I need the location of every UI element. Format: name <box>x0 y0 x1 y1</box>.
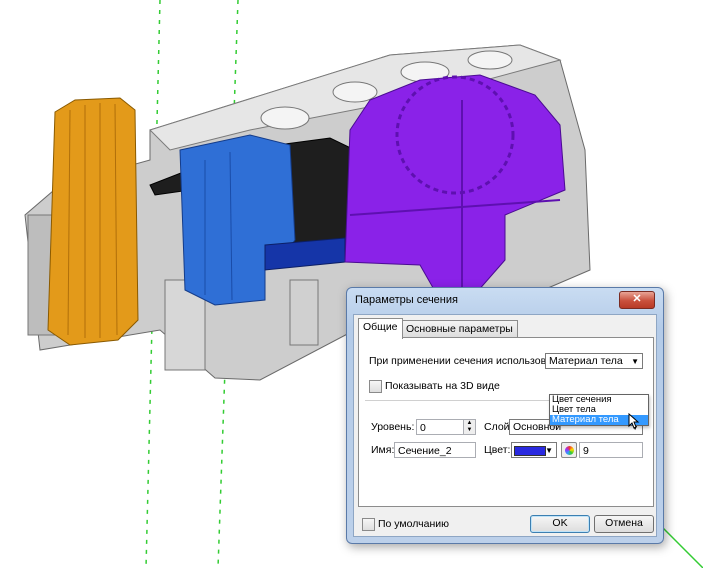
close-button[interactable]: ✕ <box>619 291 655 309</box>
dialog-title: Параметры сечения <box>355 294 458 306</box>
name-label: Имя: <box>371 444 395 456</box>
color-index-input[interactable]: 9 <box>579 442 643 458</box>
usage-label: При применении сечения использовать: <box>369 355 565 367</box>
mouse-cursor-icon <box>628 413 640 429</box>
level-value: 0 <box>420 422 426 434</box>
color-index-value: 9 <box>583 445 589 457</box>
dialog-body: Общие Основные параметры При применении … <box>353 314 657 537</box>
show-3d-label: Показывать на 3D виде <box>385 380 500 392</box>
section-params-dialog: Параметры сечения ✕ Общие Основные парам… <box>346 287 664 544</box>
cancel-button[interactable]: Отмена <box>594 515 654 533</box>
palette-icon[interactable] <box>561 442 577 458</box>
color-select[interactable]: ▼ <box>511 442 557 458</box>
ok-button[interactable]: OK <box>530 515 590 533</box>
color-label: Цвет: <box>484 444 511 456</box>
level-label: Уровень: <box>371 421 415 433</box>
usage-select[interactable]: Материал тела ▼ <box>545 353 643 369</box>
section-line-3 <box>659 524 703 568</box>
name-value: Сечение_2 <box>398 445 452 457</box>
default-label: По умолчанию <box>378 518 450 530</box>
level-spinner[interactable]: ▲ ▼ <box>463 420 475 434</box>
chevron-down-icon: ▼ <box>545 446 553 455</box>
name-input[interactable]: Сечение_2 <box>394 442 476 458</box>
show-3d-checkbox[interactable] <box>369 380 382 393</box>
tab-general[interactable]: Общие <box>358 318 403 339</box>
usage-select-value: Материал тела <box>549 355 623 367</box>
level-input[interactable]: 0 ▲ ▼ <box>416 419 476 435</box>
default-checkbox[interactable] <box>362 518 375 531</box>
orange-shaft-part <box>47 97 139 346</box>
color-swatch <box>514 446 546 456</box>
tab-main-params[interactable]: Основные параметры <box>401 320 518 338</box>
chevron-down-icon: ▼ <box>631 357 639 366</box>
